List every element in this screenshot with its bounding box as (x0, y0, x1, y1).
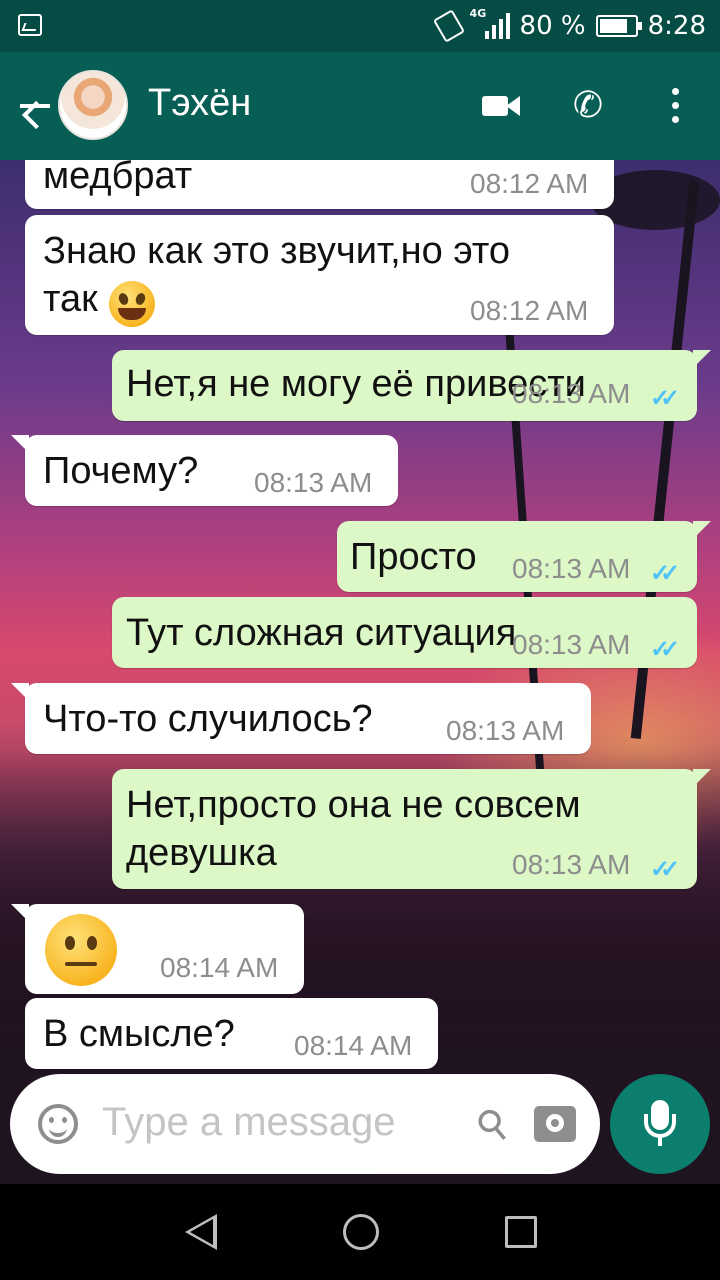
emoji-icon[interactable] (38, 1104, 78, 1144)
message-bubble-incoming[interactable]: Знаю как это звучит,но это так 08:12 AM (25, 215, 614, 335)
message-time: 08:13 AM (512, 849, 631, 880)
message-text: Тут сложная ситуация (126, 612, 517, 654)
signal-icon: 4G (470, 7, 510, 41)
status-bar: 4G 80 % 8:28 (0, 0, 720, 52)
neutral-face-emoji-icon (45, 914, 117, 986)
message-text: девушка (126, 832, 277, 874)
clock: 8:28 (647, 11, 706, 41)
message-time: 08:14 AM (294, 1030, 413, 1061)
nav-recents-icon[interactable] (505, 1216, 537, 1248)
back-arrow-icon[interactable] (16, 86, 52, 126)
camera-icon[interactable] (534, 1106, 576, 1142)
read-ticks-icon: ✓✓ (650, 385, 680, 412)
phone-icon[interactable]: ✆ (568, 86, 608, 126)
message-bubble-outgoing[interactable]: Просто 08:13 AM ✓✓ (337, 521, 711, 592)
vibrate-icon (432, 9, 465, 43)
message-text: медбрат (43, 160, 193, 197)
message-time: 08:12 AM (470, 295, 589, 326)
status-right: 4G 80 % 8:28 (432, 7, 706, 44)
read-ticks-icon: ✓✓ (650, 636, 680, 663)
battery-percent: 80 % (519, 11, 586, 41)
message-bubble-outgoing[interactable]: Тут сложная ситуация 08:13 AM ✓✓ (112, 597, 697, 668)
system-nav-bar (0, 1184, 720, 1280)
read-ticks-icon: ✓✓ (650, 560, 680, 587)
message-bubble-incoming[interactable]: 08:14 AM (11, 904, 304, 994)
message-time: 08:13 AM (512, 629, 631, 660)
message-text: Что-то случилось? (43, 698, 373, 740)
message-composer[interactable]: Type a message ⚲ (10, 1074, 600, 1174)
laughing-emoji-icon (109, 281, 155, 327)
contact-name[interactable]: Тэхён (148, 82, 251, 125)
message-text: Знаю как это звучит,но это (43, 230, 511, 272)
avatar[interactable] (58, 70, 128, 140)
message-text: Просто (350, 536, 477, 578)
message-time: 08:13 AM (254, 467, 373, 498)
image-icon (18, 14, 42, 36)
more-vert-icon[interactable] (662, 86, 690, 126)
message-bubble-incoming[interactable]: медбрат 08:12 AM (25, 160, 614, 209)
message-text: Почему? (43, 450, 199, 492)
message-input[interactable]: Type a message (102, 1100, 396, 1145)
message-time: 08:12 AM (470, 168, 589, 199)
message-time: 08:14 AM (160, 952, 279, 983)
battery-icon (595, 15, 642, 37)
message-time: 08:13 AM (512, 378, 631, 409)
nav-home-icon[interactable] (343, 1214, 379, 1250)
nav-back-icon[interactable] (185, 1214, 217, 1250)
message-bubble-incoming[interactable]: В смысле? 08:14 AM (25, 998, 438, 1069)
message-bubble-outgoing[interactable]: Нет,просто она не совсем девушка 08:13 A… (112, 769, 711, 889)
message-bubble-incoming[interactable]: Что-то случилось? 08:13 AM (11, 683, 591, 754)
attach-icon[interactable]: ⚲ (461, 1093, 526, 1158)
message-time: 08:13 AM (446, 715, 565, 746)
chat-header: Тэхён ✆ (0, 52, 720, 160)
video-call-icon[interactable] (482, 86, 522, 126)
message-text: так (43, 278, 98, 320)
message-bubble-outgoing[interactable]: Нет,я не могу её привести 08:13 AM ✓✓ (112, 350, 711, 421)
message-text: Нет,просто она не совсем (126, 784, 581, 826)
mic-icon[interactable] (610, 1074, 710, 1174)
chat-area[interactable]: медбрат 08:12 AM Знаю как это звучит,но … (0, 160, 720, 1184)
message-bubble-incoming[interactable]: Почему? 08:13 AM (11, 435, 398, 506)
message-time: 08:13 AM (512, 553, 631, 584)
read-ticks-icon: ✓✓ (650, 856, 680, 883)
message-text: В смысле? (43, 1013, 235, 1055)
